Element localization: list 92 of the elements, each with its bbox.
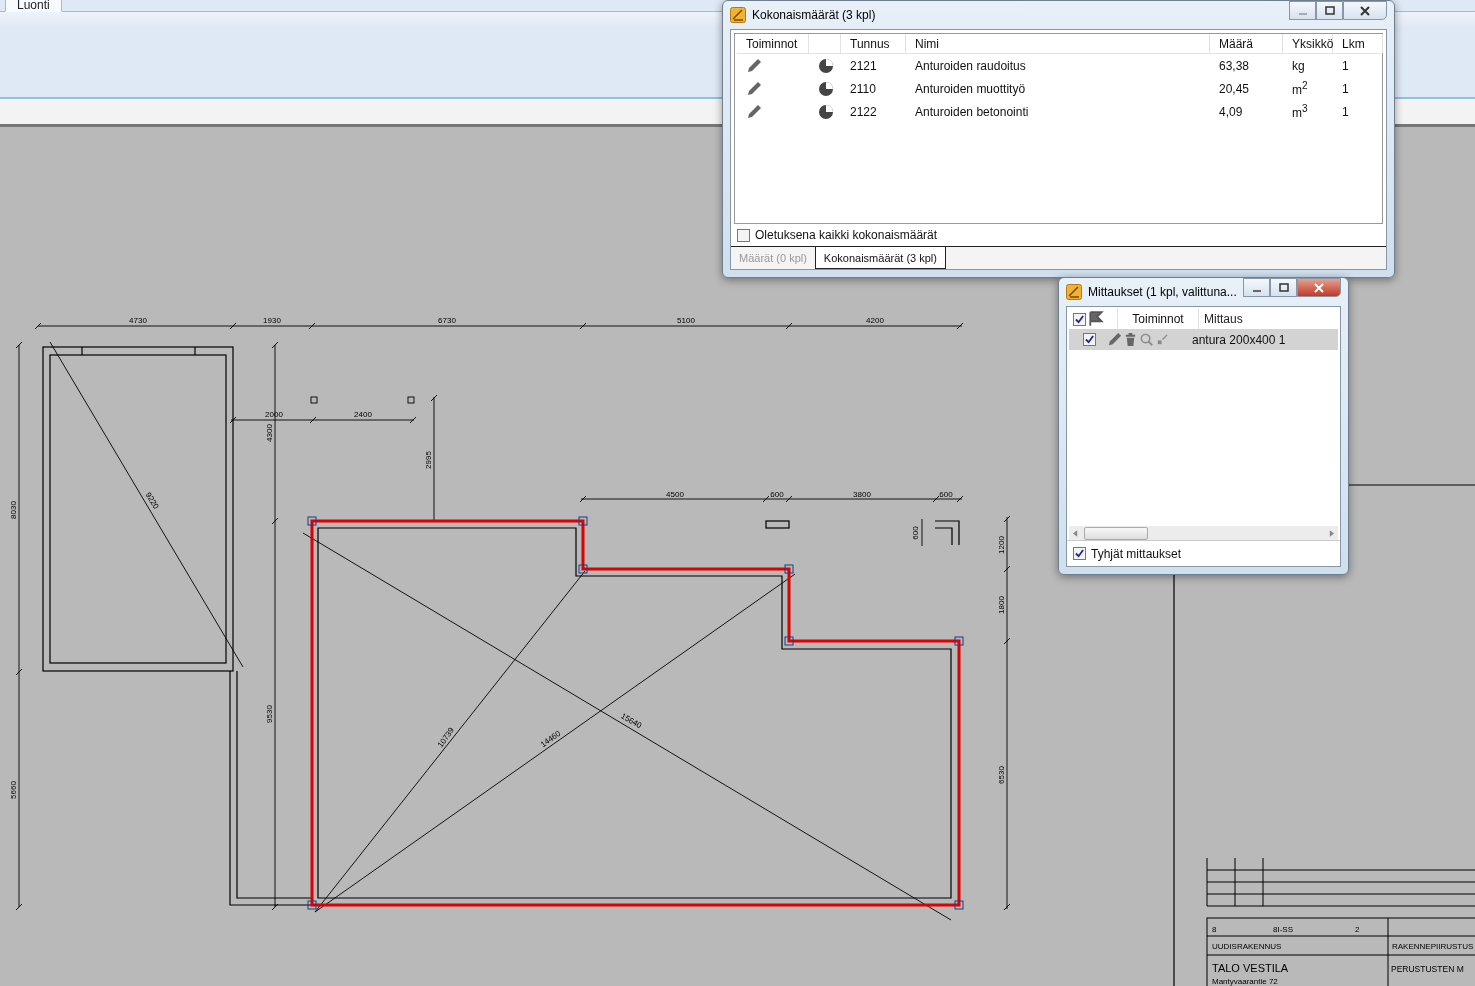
column-header[interactable]: Yksikkö — [1283, 34, 1333, 53]
dimension-label: 3800 — [853, 490, 871, 499]
scroll-left-icon[interactable] — [1073, 529, 1078, 537]
pie-chart-icon — [818, 57, 834, 74]
dimension-label: 1200 — [997, 536, 1006, 554]
close-button[interactable] — [1297, 278, 1341, 297]
default-all-checkbox[interactable]: Oletuksena kaikki kokonaismäärät — [734, 224, 1383, 246]
dimension-label: 6530 — [997, 766, 1006, 784]
table-cell-text: 2110 — [849, 81, 877, 96]
dimension-label: 2400 — [354, 410, 372, 419]
arrow-icon[interactable] — [1155, 332, 1170, 347]
dimension-label: 600 — [770, 490, 784, 499]
table-cell-text: m$^{2}$ — [1291, 80, 1309, 97]
dimension-label: 1930 — [263, 316, 281, 325]
dimension-label: 4200 — [866, 316, 884, 325]
table-cell-text: Anturoiden betonointi — [914, 104, 1030, 119]
zoom-icon[interactable] — [1139, 332, 1154, 347]
trash-icon[interactable] — [1123, 332, 1138, 347]
column-header[interactable]: Mittaus — [1199, 309, 1243, 329]
select-all-checkbox[interactable] — [1073, 312, 1086, 326]
scroll-right-icon[interactable] — [1329, 529, 1334, 537]
checkbox[interactable] — [1073, 547, 1086, 560]
dimension-label: 6730 — [438, 316, 456, 325]
dimension-label: 5660 — [9, 781, 18, 799]
maximize-button[interactable] — [1316, 1, 1343, 20]
table-cell-text: 20,45 — [1218, 81, 1251, 96]
empty-measurements-checkbox[interactable]: Tyhjät mittaukset — [1067, 540, 1340, 566]
title-block-text: PERUSTUSTEN M — [1391, 964, 1464, 974]
measurement-name: antura 200x400 1 — [1191, 332, 1286, 347]
table-cell-text: 1 — [1341, 104, 1350, 119]
app-icon — [1066, 284, 1082, 300]
table-cell-text: m$^{3}$ — [1291, 103, 1309, 120]
minimize-button[interactable] — [1243, 278, 1270, 297]
title-block-text: Mantyvaarantie 72 — [1212, 977, 1278, 986]
close-icon — [1313, 282, 1325, 293]
table-cell-text: 4,09 — [1218, 104, 1244, 119]
window-tab[interactable]: Kokonaismäärät (3 kpl) — [814, 247, 946, 269]
column-header[interactable]: Lkm — [1333, 34, 1383, 53]
ribbon-tab[interactable]: Luonti — [5, 0, 62, 12]
table-cell-text: 1 — [1341, 81, 1350, 96]
checkbox-label: Tyhjät mittaukset — [1091, 546, 1182, 561]
dimension-label: 5100 — [677, 316, 695, 325]
maximize-button[interactable] — [1270, 278, 1297, 297]
table-cell-text: Anturoiden raudoitus — [914, 58, 1027, 73]
dimension-label: 2000 — [265, 410, 283, 419]
maximize-icon — [1277, 282, 1290, 293]
title-block-text: TALO VESTILA — [1212, 962, 1289, 974]
title-block-text: 2 — [1355, 925, 1360, 934]
title-block-text: 8 — [1212, 925, 1217, 934]
window-title: Mittaukset (1 kpl, valittuna... — [1088, 285, 1237, 299]
table-cell-text: 63,38 — [1218, 58, 1251, 73]
horizontal-scrollbar[interactable] — [1069, 526, 1338, 540]
pie-chart-icon — [818, 103, 834, 120]
dimension-label: 4500 — [666, 490, 684, 499]
window-title: Kokonaismäärät (3 kpl) — [752, 8, 876, 22]
table-cell-text: Anturoiden muottityö — [914, 81, 1027, 96]
table-cell-text: 1 — [1341, 58, 1350, 73]
minimize-icon — [1252, 289, 1261, 292]
table-cell-text: 2121 — [849, 58, 878, 73]
title-block-text: 8I-SS — [1273, 925, 1293, 934]
dimension-label: 4300 — [265, 424, 274, 442]
column-header[interactable]: Tunnus — [841, 34, 906, 53]
column-header[interactable]: Määrä — [1210, 34, 1283, 53]
pencil-icon[interactable] — [1107, 332, 1122, 347]
pie-chart-icon — [818, 80, 834, 97]
pencil-icon[interactable] — [746, 57, 762, 74]
checkbox-label: Oletuksena kaikki kokonaismäärät — [755, 228, 938, 242]
title-block-text: RAKENNEPIIRUSTUS — [1392, 942, 1474, 951]
dimension-label: 2995 — [424, 451, 433, 469]
measurement-row[interactable]: antura 200x400 1 — [1069, 329, 1338, 350]
dimension-label: 1800 — [997, 596, 1006, 614]
table-cell-text: 2122 — [849, 104, 878, 119]
dimension-label: 600 — [911, 526, 920, 540]
title-block-text: UUDISRAKENNUS — [1212, 942, 1282, 951]
selected-footing-outline[interactable] — [307, 516, 964, 910]
pencil-icon[interactable] — [746, 80, 762, 97]
pencil-icon[interactable] — [746, 103, 762, 120]
flag-icon[interactable] — [1088, 311, 1104, 327]
close-icon — [1359, 5, 1371, 16]
dimension-label: 8030 — [9, 501, 18, 519]
dimension-label: 9530 — [265, 705, 274, 723]
column-header[interactable]: Toiminnot — [737, 34, 809, 53]
close-button[interactable] — [1343, 1, 1387, 20]
minimize-button[interactable] — [1289, 1, 1316, 20]
checkbox[interactable] — [1083, 333, 1096, 346]
column-header[interactable]: Nimi — [906, 34, 1210, 53]
dimension-label: 4730 — [129, 316, 147, 325]
checkbox[interactable] — [737, 228, 750, 242]
app-icon — [730, 7, 746, 23]
table-cell-text: kg — [1291, 58, 1306, 73]
maximize-icon — [1323, 5, 1336, 16]
dimension-label: 600 — [939, 490, 953, 499]
